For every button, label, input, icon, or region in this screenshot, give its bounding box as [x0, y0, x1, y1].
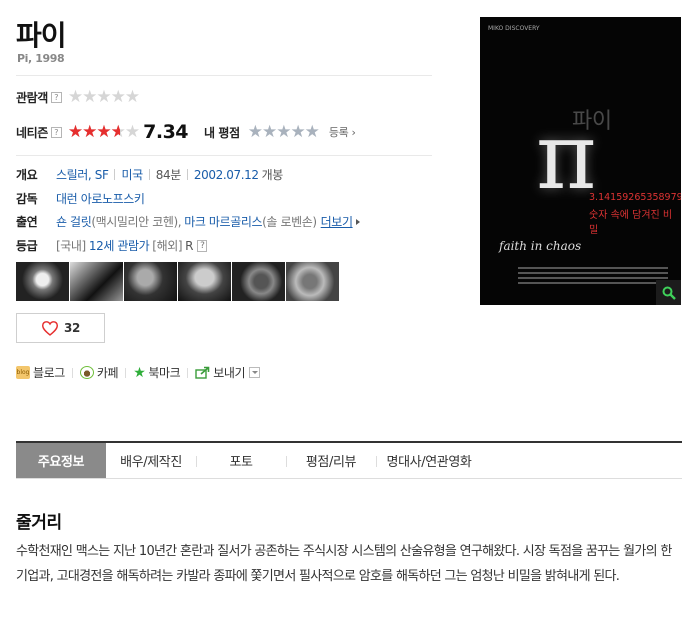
grade-foreign-label: [해외] [152, 239, 183, 253]
send-share-button[interactable]: 보내기 [195, 364, 246, 381]
poster-tagline: 숫자 속에 담겨진 비밀 [589, 210, 673, 236]
release-date-link[interactable]: 2002.07.12 [194, 168, 259, 182]
netizen-label: 네티즌 [16, 125, 48, 140]
stills-strip [16, 262, 339, 301]
tab-main-info[interactable]: 주요정보 [16, 443, 106, 478]
cast-link-1[interactable]: 숀 걸릿 [56, 213, 92, 230]
poster-faith: faith in chaos [499, 239, 582, 253]
cast-link-2[interactable]: 마크 마르골리스 [184, 213, 262, 230]
bookmark-share-button[interactable]: ★ 북마크 [133, 364, 180, 381]
synopsis-heading: 줄거리 [16, 513, 62, 533]
cast-label: 출연 [16, 215, 38, 229]
release-suffix: 개봉 [261, 168, 284, 182]
help-icon[interactable]: ? [50, 126, 62, 138]
genre-link[interactable]: 스릴러, SF [56, 166, 109, 183]
still-thumbnail[interactable] [124, 262, 177, 301]
divider [16, 75, 432, 76]
cast-role-1: (맥시밀리안 코헨), [91, 215, 182, 229]
netizen-score: 7.34 [143, 121, 189, 143]
grade-domestic-label: [국내] [56, 239, 86, 253]
tab-cast-crew[interactable]: 배우/제작진 [106, 443, 196, 478]
still-thumbnail[interactable] [232, 262, 285, 301]
my-rating-label: 내 평점 [204, 125, 240, 140]
director-link[interactable]: 대런 아로노프스키 [56, 190, 145, 207]
audience-stars: ★★★★★ ★★★★★ [67, 87, 140, 107]
help-icon[interactable]: ? [50, 92, 62, 103]
still-thumbnail[interactable] [286, 262, 339, 301]
tab-bar: 주요정보 배우/제작진 포토 평점/리뷰 명대사/연관영화 [16, 441, 682, 479]
poster-credits-block [518, 264, 668, 290]
cast-more-link[interactable]: 더보기 [321, 213, 353, 230]
netizen-stars: ★★★★★ ★★★★★ [67, 121, 140, 142]
cast-row: 출연 숀 걸릿 (맥시밀리안 코헨), 마크 마르골리스 (솔 로벤손) 더보기 [16, 213, 360, 230]
cafe-icon [79, 366, 94, 379]
register-rating-link[interactable]: 등록 › [329, 124, 356, 140]
cast-role-2: (솔 로벤손) [262, 215, 317, 229]
grade-domestic-link[interactable]: 12세 관람가 [89, 237, 150, 254]
grade-label: 등급 [16, 239, 38, 253]
blog-share-button[interactable]: blog 블로그 [16, 364, 65, 381]
grade-row: 등급 [국내] 12세 관람가 [해외] R ? [16, 237, 208, 254]
movie-title: 파이 [16, 19, 67, 52]
director-label: 감독 [16, 192, 38, 206]
movie-subtitle: Pi, 1998 [17, 52, 65, 65]
synopsis-text: 수학천재인 맥스는 지난 10년간 혼란과 질서가 공존하는 주식시장 시스템의… [16, 544, 672, 584]
director-row: 감독 대런 아로노프스키 [16, 190, 145, 207]
help-icon[interactable]: ? [197, 239, 208, 252]
share-bar: blog 블로그 카페 ★ 북마크 보내기 [16, 364, 261, 381]
blog-icon: blog [16, 366, 30, 379]
tab-photo[interactable]: 포토 [196, 443, 286, 478]
arrow-right-icon [355, 218, 360, 225]
tab-quotes-related[interactable]: 명대사/연관영화 [376, 443, 482, 478]
poster-digits: 3.1415926535897932 [589, 192, 681, 203]
netizen-rating-row: 네티즌 ? ★★★★★ ★★★★★ 7.34 내 평점 ★★★★★ 등록 › [16, 121, 356, 143]
heart-icon [42, 321, 59, 336]
send-icon [195, 366, 210, 379]
my-rating-stars[interactable]: ★★★★★ [248, 123, 320, 141]
still-thumbnail[interactable] [178, 262, 231, 301]
still-thumbnail[interactable] [16, 262, 69, 301]
movie-poster[interactable]: MIKO DISCOVERY 파이 π 3.1415926535897932 숫… [480, 17, 681, 305]
audience-rating-row: 관람객 ? ★★★★★ ★★★★★ [16, 87, 140, 107]
tab-reviews[interactable]: 평점/리뷰 [286, 443, 376, 478]
overview-label: 개요 [16, 168, 38, 182]
still-thumbnail[interactable] [70, 262, 123, 301]
like-button[interactable]: 32 [16, 313, 105, 343]
like-count: 32 [64, 321, 80, 335]
chevron-down-icon[interactable] [249, 367, 261, 378]
star-icon: ★ [133, 364, 146, 381]
overview-row: 개요 스릴러, SF 미국 84분 2002.07.12 개봉 [16, 166, 283, 183]
zoom-button[interactable] [656, 280, 681, 305]
divider [16, 155, 432, 156]
cafe-share-button[interactable]: 카페 [79, 364, 119, 381]
pi-symbol: π [536, 103, 597, 210]
magnifier-icon [662, 286, 676, 300]
poster-studio-logo: MIKO DISCOVERY [488, 25, 540, 32]
country-link[interactable]: 미국 [121, 166, 143, 183]
runtime: 84분 [155, 168, 182, 182]
grade-foreign-value: R [185, 238, 194, 253]
audience-label: 관람객 [16, 91, 48, 105]
